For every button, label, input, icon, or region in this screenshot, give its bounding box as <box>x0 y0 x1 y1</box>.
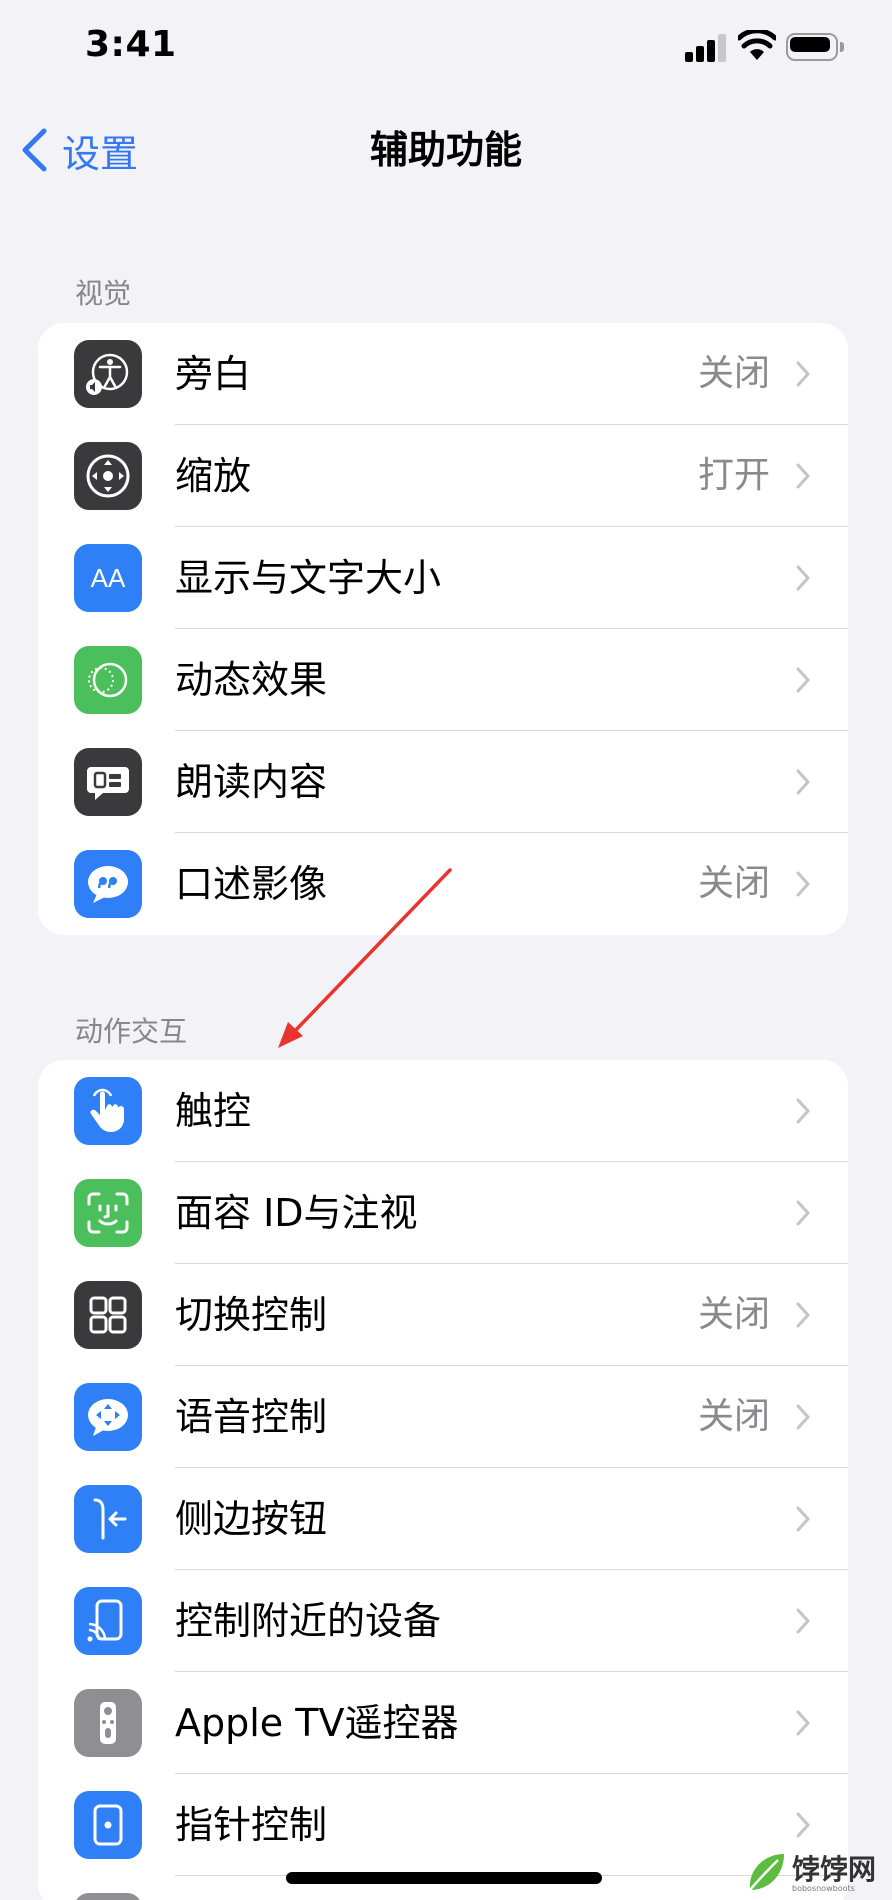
row-value: 关闭 <box>697 353 770 394</box>
section-header-vision: 视觉 <box>75 277 132 310</box>
row-label: 语音控制 <box>175 1395 328 1439</box>
cellular-signal-icon <box>685 34 727 62</box>
row-label: 侧边按钮 <box>175 1497 328 1541</box>
row-label: 面容 ID与注视 <box>175 1191 418 1235</box>
chevron-right-icon <box>796 1812 810 1838</box>
touch-icon <box>74 1077 142 1145</box>
row-label: 缩放 <box>175 454 252 498</box>
chevron-right-icon <box>796 769 810 795</box>
row-label: 口述影像 <box>175 862 328 906</box>
row-spoken-content[interactable]: 朗读内容 <box>38 731 848 833</box>
physical-motor-settings-group: 触控 面容 ID与注视 切换控制 关闭 语音控制 关闭 侧边按钮 控制附近的设备… <box>38 1060 848 1900</box>
row-audio-descriptions[interactable]: 口述影像 关闭 <box>38 833 848 935</box>
chevron-right-icon <box>796 1098 810 1124</box>
row-label: 触控 <box>175 1089 252 1133</box>
wifi-icon <box>738 30 776 60</box>
partial-row-icon <box>74 1893 142 1900</box>
side-button-icon <box>74 1485 142 1553</box>
accessibility-settings-screen: 3:41 设置 辅助功能 视觉 旁白 关闭 缩放 打开 AA 显示与文字大小 动… <box>0 0 892 1900</box>
watermark-text: 饽饽网 <box>792 1853 877 1886</box>
row-face-id-attention[interactable]: 面容 ID与注视 <box>38 1162 848 1264</box>
leaf-logo-icon <box>749 1854 784 1891</box>
section-header-physical-motor: 动作交互 <box>75 1015 188 1048</box>
chevron-right-icon <box>796 1608 810 1634</box>
row-pointer-control[interactable]: 指针控制 <box>38 1774 848 1876</box>
row-value: 关闭 <box>697 863 770 904</box>
motion-icon <box>74 646 142 714</box>
chevron-right-icon <box>796 1710 810 1736</box>
row-control-nearby-devices[interactable]: 控制附近的设备 <box>38 1570 848 1672</box>
status-bar: 3:41 <box>0 0 892 100</box>
watermark-subtext: bobosnowboots <box>792 1884 855 1893</box>
row-side-button[interactable]: 侧边按钮 <box>38 1468 848 1570</box>
row-label: 指针控制 <box>175 1803 328 1847</box>
row-switch-control[interactable]: 切换控制 关闭 <box>38 1264 848 1366</box>
row-label: 显示与文字大小 <box>175 556 442 600</box>
face-id-icon <box>74 1179 142 1247</box>
vision-settings-group: 旁白 关闭 缩放 打开 AA 显示与文字大小 动态效果 朗读内容 口述影像 关闭 <box>38 323 848 935</box>
row-voice-control[interactable]: 语音控制 关闭 <box>38 1366 848 1468</box>
chevron-right-icon <box>796 361 810 387</box>
svg-text:AA: AA <box>91 563 126 593</box>
status-time: 3:41 <box>85 24 177 65</box>
row-label: Apple TV遥控器 <box>175 1701 459 1745</box>
chevron-right-icon <box>796 463 810 489</box>
row-label: 控制附近的设备 <box>175 1599 442 1643</box>
row-motion[interactable]: 动态效果 <box>38 629 848 731</box>
row-label: 朗读内容 <box>175 760 328 804</box>
nearby-devices-icon <box>74 1587 142 1655</box>
chevron-right-icon <box>796 667 810 693</box>
row-label: 切换控制 <box>175 1293 328 1337</box>
battery-icon <box>786 33 844 61</box>
row-touch[interactable]: 触控 <box>38 1060 848 1162</box>
row-value: 打开 <box>697 455 770 496</box>
chevron-right-icon <box>796 1200 810 1226</box>
navigation-bar: 设置 辅助功能 <box>0 110 892 190</box>
switch-control-icon <box>74 1281 142 1349</box>
row-value: 关闭 <box>697 1294 770 1335</box>
watermark: 饽饽网 bobosnowboots <box>740 1848 888 1898</box>
chevron-right-icon <box>796 1506 810 1532</box>
voice-control-icon <box>74 1383 142 1451</box>
row-display-text-size[interactable]: AA 显示与文字大小 <box>38 527 848 629</box>
audio-descriptions-icon <box>74 850 142 918</box>
chevron-right-icon <box>796 871 810 897</box>
row-zoom[interactable]: 缩放 打开 <box>38 425 848 527</box>
zoom-icon <box>74 442 142 510</box>
chevron-right-icon <box>796 1302 810 1328</box>
chevron-right-icon <box>796 1404 810 1430</box>
chevron-right-icon <box>796 565 810 591</box>
row-label: 动态效果 <box>175 658 328 702</box>
row-apple-tv-remote[interactable]: Apple TV遥控器 <box>38 1672 848 1774</box>
row-value: 关闭 <box>697 1396 770 1437</box>
page-title: 辅助功能 <box>369 128 522 172</box>
spoken-content-icon <box>74 748 142 816</box>
apple-tv-remote-icon <box>74 1689 142 1757</box>
display-text-size-icon: AA <box>74 544 142 612</box>
row-voiceover[interactable]: 旁白 关闭 <box>38 323 848 425</box>
home-indicator[interactable] <box>286 1872 602 1884</box>
row-label: 旁白 <box>175 352 252 396</box>
pointer-control-icon <box>74 1791 142 1859</box>
voiceover-icon <box>74 340 142 408</box>
